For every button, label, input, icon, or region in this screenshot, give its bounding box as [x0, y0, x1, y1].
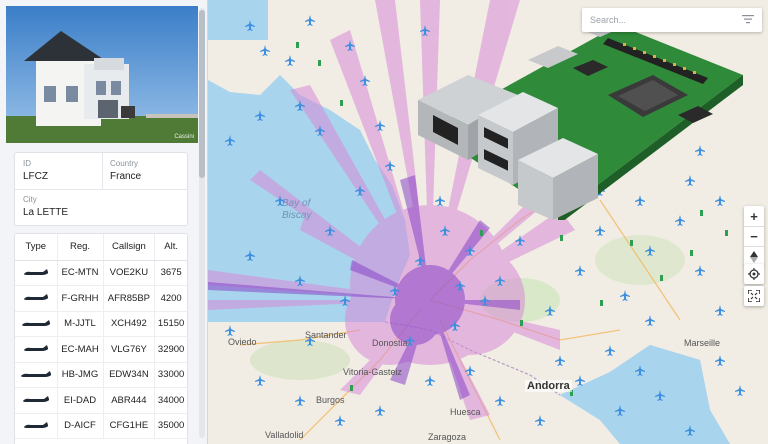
- panel-scrollbar-thumb[interactable]: [199, 10, 205, 178]
- map-label-bay-line2: Biscay: [282, 210, 312, 221]
- map-label-valladolid: Valladolid: [265, 430, 304, 440]
- locate-button[interactable]: [744, 264, 764, 284]
- column-header-callsign[interactable]: Callsign: [102, 234, 155, 261]
- aircraft-table-header: Type Reg. Callsign Alt.: [15, 234, 187, 261]
- compass-icon: [750, 250, 758, 263]
- search-box: [582, 8, 762, 32]
- aircraft-table-card: Type Reg. Callsign Alt. EC-MTN VOE2KU 36…: [14, 233, 188, 444]
- table-row[interactable]: EC-MAH VLG76Y 32900: [15, 336, 187, 363]
- aircraft-reg: EC-MAH: [56, 336, 104, 363]
- map-label-bay: Bay of Biscay: [282, 198, 311, 222]
- aircraft-alt: 4200: [154, 285, 187, 312]
- map-label-oviedo: Oviedo: [228, 337, 257, 347]
- aircraft-type-icon: [15, 336, 57, 363]
- aircraft-type-icon: [15, 285, 57, 312]
- fullscreen-button[interactable]: [744, 286, 764, 306]
- station-city-value: La LETTE: [23, 207, 69, 218]
- map-label-santander: Santander: [305, 330, 347, 340]
- map-label-donostia: Donostia: [372, 338, 408, 348]
- search-input[interactable]: [590, 12, 730, 28]
- aircraft-alt: 35000: [154, 413, 187, 439]
- panel-scrollbar[interactable]: [199, 8, 205, 438]
- aircraft-alt: 34000: [154, 387, 187, 414]
- aircraft-callsign: CFG1HE: [102, 413, 155, 439]
- station-country-label: Country: [110, 159, 139, 168]
- info-divider-vertical: [102, 153, 103, 189]
- column-header-alt[interactable]: Alt.: [154, 234, 187, 261]
- zoom-out-button[interactable]: −: [744, 226, 764, 246]
- station-id-value: LFCZ: [23, 171, 48, 182]
- aircraft-callsign: EDW34N: [102, 362, 155, 388]
- aircraft-table: Type Reg. Callsign Alt. EC-MTN VOE2KU 36…: [15, 234, 187, 439]
- table-row[interactable]: EC-MTN VOE2KU 3675: [15, 260, 187, 286]
- aircraft-callsign: XCH492: [102, 311, 155, 337]
- aircraft-alt: 33000: [154, 362, 187, 388]
- aircraft-callsign: VOE2KU: [102, 260, 155, 286]
- zoom-controls: + −: [744, 206, 764, 266]
- aircraft-type-icon: [15, 413, 57, 439]
- column-header-reg[interactable]: Reg.: [56, 234, 104, 261]
- aircraft-reg: M-JJTL: [56, 311, 104, 337]
- aircraft-type-icon: [15, 260, 57, 286]
- aircraft-alt: 15150: [154, 311, 187, 337]
- station-info-card: ID LFCZ Country France City La LETTE: [14, 152, 188, 226]
- table-row[interactable]: HB-JMG EDW34N 33000: [15, 362, 187, 388]
- table-row[interactable]: M-JJTL XCH492 15150: [15, 311, 187, 337]
- zoom-in-button[interactable]: +: [744, 206, 764, 226]
- station-id-label: ID: [23, 159, 31, 168]
- map-label-zaragoza: Zaragoza: [428, 432, 467, 442]
- filter-icon[interactable]: [742, 14, 754, 24]
- aircraft-type-icon: [15, 387, 57, 414]
- crosshair-icon: [748, 268, 760, 280]
- fullscreen-icon: [748, 290, 760, 302]
- aircraft-reg: HB-JMG: [56, 362, 104, 388]
- aircraft-reg: D-AICF: [56, 413, 104, 439]
- column-header-type[interactable]: Type: [15, 234, 57, 261]
- aircraft-callsign: AFR85BP: [102, 285, 155, 312]
- map-label-huesca: Huesca: [450, 407, 481, 417]
- aircraft-callsign: ABR444: [102, 387, 155, 414]
- station-country-value: France: [110, 171, 142, 182]
- map-label-marseille: Marseille: [684, 338, 721, 348]
- map-label-andorra: Andorra: [525, 380, 572, 392]
- aircraft-type-icon: [15, 311, 57, 337]
- station-panel: Cassini ID LFCZ Country France City La L…: [0, 0, 208, 444]
- station-photo-image: [6, 6, 198, 143]
- station-city-label: City: [23, 195, 37, 204]
- fullscreen-control: [744, 286, 764, 306]
- aircraft-alt: 32900: [154, 336, 187, 363]
- aircraft-reg: EC-MTN: [56, 260, 104, 286]
- map-label-bay-line1: Bay of: [282, 198, 311, 209]
- map-label-burgos: Burgos: [316, 395, 345, 405]
- compass-button[interactable]: [744, 246, 764, 266]
- info-divider-horizontal: [15, 189, 187, 190]
- table-row[interactable]: F-GRHH AFR85BP 4200: [15, 285, 187, 312]
- aircraft-reg: EI-DAD: [56, 387, 104, 414]
- station-photo: Cassini: [6, 6, 198, 143]
- station-country: Country France: [110, 159, 141, 182]
- table-row[interactable]: EI-DAD ABR444 34000: [15, 387, 187, 414]
- aircraft-type-icon: [15, 362, 57, 388]
- photo-credit: Cassini: [174, 134, 194, 140]
- station-city: City La LETTE: [23, 195, 68, 218]
- table-row[interactable]: D-AICF CFG1HE 35000: [15, 413, 187, 439]
- map-label-vitoria: Vitoria-Gasteiz: [343, 367, 402, 377]
- aircraft-alt: 3675: [154, 260, 187, 286]
- station-id: ID LFCZ: [23, 159, 48, 182]
- locate-control: [744, 264, 764, 284]
- aircraft-callsign: VLG76Y: [102, 336, 155, 363]
- raspberry-pi-image: [418, 24, 743, 220]
- aircraft-reg: F-GRHH: [56, 285, 104, 312]
